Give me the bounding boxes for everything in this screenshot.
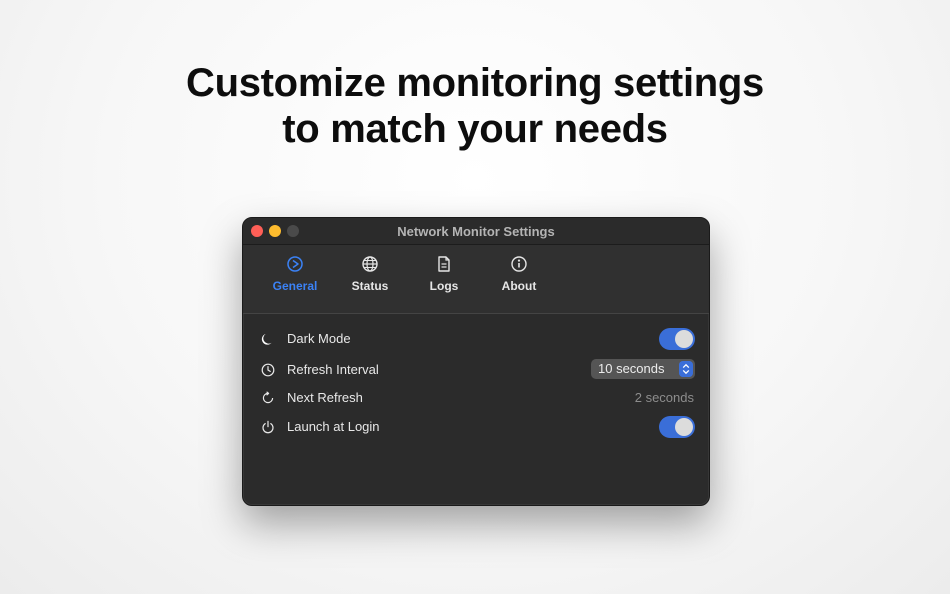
divider — [243, 313, 709, 314]
setting-row-dark-mode: Dark Mode — [243, 325, 709, 353]
chevron-up-down-icon — [679, 361, 693, 377]
select-value: 10 seconds — [598, 361, 665, 376]
setting-label: Dark Mode — [287, 331, 351, 346]
clock-icon — [261, 363, 275, 377]
headline-line-1: Customize monitoring settings — [186, 61, 764, 105]
headline-line-2: to match your needs — [282, 107, 668, 151]
power-icon — [262, 420, 274, 434]
setting-row-next-refresh: Next Refresh 2 seconds — [243, 384, 709, 412]
refresh-interval-select[interactable]: 10 seconds — [591, 359, 695, 379]
toggle-knob — [675, 330, 693, 348]
tab-label: General — [272, 279, 318, 293]
info-icon — [511, 256, 527, 272]
tab-logs[interactable]: Logs — [409, 255, 479, 293]
moon-icon — [261, 333, 272, 345]
document-icon — [438, 256, 450, 272]
tab-label: Logs — [429, 279, 459, 293]
dark-mode-toggle[interactable] — [659, 328, 695, 350]
setting-label: Refresh Interval — [287, 362, 379, 377]
setting-label: Next Refresh — [287, 390, 363, 405]
window-title: Network Monitor Settings — [397, 224, 555, 239]
gear-icon — [287, 256, 303, 272]
launch-at-login-toggle[interactable] — [659, 416, 695, 438]
tab-general[interactable]: General — [260, 255, 330, 293]
tab-label: Status — [351, 279, 389, 293]
toggle-knob — [675, 418, 693, 436]
setting-label: Launch at Login — [287, 419, 380, 434]
tab-status[interactable]: Status — [335, 255, 405, 293]
headline: Customize monitoring settings to match y… — [0, 60, 950, 152]
refresh-icon — [262, 391, 274, 404]
settings-window: Network Monitor Settings General Status — [242, 217, 710, 506]
toolbar-tabs: General Status Logs About — [243, 245, 709, 313]
next-refresh-value: 2 seconds — [634, 390, 694, 405]
tab-about[interactable]: About — [484, 255, 554, 293]
globe-icon — [362, 256, 378, 272]
title-bar: Network Monitor Settings — [243, 218, 709, 244]
setting-row-launch-at-login: Launch at Login — [243, 413, 709, 441]
setting-row-refresh-interval: Refresh Interval 10 seconds — [243, 356, 709, 384]
tab-label: About — [501, 279, 537, 293]
